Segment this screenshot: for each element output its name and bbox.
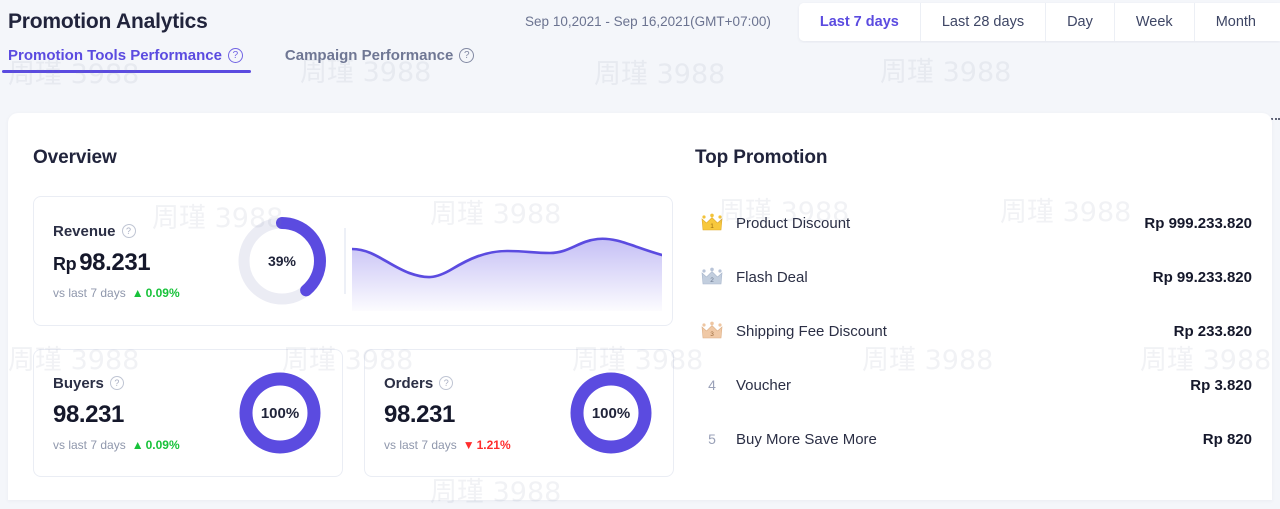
delta-value: ▲ 0.09% [132,438,180,452]
promotion-value: Rp 99.233.820 [1153,269,1252,286]
metric-delta-buyers: vs last 7 days ▲ 0.09% [53,438,234,452]
currency-prefix: Rp [53,254,76,274]
metric-value-revenue: Rp98.231 [53,249,234,277]
promotion-value: Rp 820 [1203,431,1252,448]
sparkline-area [352,239,662,311]
rank-number: 4 [695,377,729,393]
list-item[interactable]: 1 Product Discount Rp 999.233.820 [695,196,1252,250]
overview-section: Overview Revenue ? Rp98.231 vs last 7 da… [8,113,684,500]
arrow-down-icon: ▼ [463,438,475,452]
list-item[interactable]: 5 Buy More Save More Rp 820 [695,412,1252,466]
question-mark-icon[interactable]: ? [459,48,474,63]
tab-label: Campaign Performance [285,47,453,64]
metric-delta-revenue: vs last 7 days ▲ 0.09% [53,286,234,300]
metric-name: Orders [384,375,433,392]
date-range-button-group: Last 7 days Last 28 days Day Week Month [799,3,1280,41]
svg-text:1: 1 [710,223,714,230]
question-mark-icon[interactable]: ? [122,224,136,238]
date-range-label[interactable]: Sep 10,2021 - Sep 16,2021(GMT+07:00) [525,14,771,29]
svg-text:2: 2 [710,277,714,284]
header-controls: Sep 10,2021 - Sep 16,2021(GMT+07:00) Las… [525,0,1280,43]
metric-card-revenue[interactable]: Revenue ? Rp98.231 vs last 7 days ▲ 0.09… [33,196,673,326]
svg-text:3: 3 [710,331,714,338]
donut-percent-label: 100% [592,405,630,422]
card-divider [344,228,346,294]
metric-card-orders[interactable]: Orders ? 98.231 vs last 7 days ▼ 1.21% [364,349,674,477]
promotion-name: Buy More Save More [729,431,1203,448]
metric-label-revenue: Revenue ? [53,223,234,240]
donut-chart-revenue: 39% [234,213,330,309]
range-button-day[interactable]: Day [1046,3,1115,41]
delta-text: 1.21% [477,438,511,452]
arrow-up-icon: ▲ [132,286,144,300]
main-panel: Overview Revenue ? Rp98.231 vs last 7 da… [8,113,1272,500]
metric-value-orders: 98.231 [384,401,565,429]
promotion-name: Shipping Fee Discount [729,323,1174,340]
metric-label-orders: Orders ? [384,375,565,392]
donut-chart-orders: 100% [565,367,657,459]
range-button-week[interactable]: Week [1115,3,1195,41]
range-button-last-28-days[interactable]: Last 28 days [921,3,1046,41]
top-promotion-section: Top Promotion 1 Product Discount Rp 999.… [684,113,1272,500]
metric-label-buyers: Buyers ? [53,375,234,392]
metric-name: Buyers [53,375,104,392]
value-text: 98.231 [79,249,150,276]
metric-info: Buyers ? 98.231 vs last 7 days ▲ 0.09% [34,375,234,452]
delta-value: ▼ 1.21% [463,438,511,452]
metric-info: Orders ? 98.231 vs last 7 days ▼ 1.21% [365,375,565,452]
sparkline-svg [352,211,662,311]
list-item[interactable]: 3 Shipping Fee Discount Rp 233.820 [695,304,1252,358]
crown-gold-icon: 1 [695,213,729,233]
donut-percent-label: 39% [268,253,296,269]
compare-label: vs last 7 days [53,438,126,452]
tab-promotion-tools-performance[interactable]: Promotion Tools Performance ? [8,43,243,73]
top-promotion-list: 1 Product Discount Rp 999.233.820 2 Flas… [695,196,1252,466]
compare-label: vs last 7 days [384,438,457,452]
revenue-sparkline [352,211,672,311]
tab-campaign-performance[interactable]: Campaign Performance ? [285,43,474,73]
promotion-value: Rp 3.820 [1190,377,1252,394]
promotion-name: Flash Deal [729,269,1153,286]
promotion-name: Voucher [729,377,1190,394]
overview-title: Overview [33,147,684,169]
range-button-last-7-days[interactable]: Last 7 days [799,3,921,41]
crown-silver-icon: 2 [695,267,729,287]
tab-bar: Promotion Tools Performance ? Campaign P… [0,43,1280,85]
metric-card-row: Buyers ? 98.231 vs last 7 days ▲ 0.09% [33,349,684,477]
metric-info: Revenue ? Rp98.231 vs last 7 days ▲ 0.09… [34,223,234,300]
tab-label: Promotion Tools Performance [8,47,222,64]
question-mark-icon[interactable]: ? [228,48,243,63]
question-mark-icon[interactable]: ? [110,376,124,390]
metric-card-buyers[interactable]: Buyers ? 98.231 vs last 7 days ▲ 0.09% [33,349,343,477]
top-promotion-title: Top Promotion [695,147,1252,169]
page-header: Promotion Analytics Sep 10,2021 - Sep 16… [0,0,1280,43]
delta-value: ▲ 0.09% [132,286,180,300]
list-item[interactable]: 4 Voucher Rp 3.820 [695,358,1252,412]
promotion-name: Product Discount [729,215,1144,232]
delta-text: 0.09% [146,286,180,300]
metric-value-buyers: 98.231 [53,401,234,429]
metric-name: Revenue [53,223,116,240]
metric-delta-orders: vs last 7 days ▼ 1.21% [384,438,565,452]
range-button-month[interactable]: Month [1195,3,1280,41]
compare-label: vs last 7 days [53,286,126,300]
rank-number: 5 [695,431,729,447]
crown-bronze-icon: 3 [695,321,729,341]
donut-percent-label: 100% [261,405,299,422]
page-title: Promotion Analytics [8,10,208,34]
donut-chart-buyers: 100% [234,367,326,459]
question-mark-icon[interactable]: ? [439,376,453,390]
promotion-value: Rp 233.820 [1174,323,1252,340]
arrow-up-icon: ▲ [132,438,144,452]
list-item[interactable]: 2 Flash Deal Rp 99.233.820 [695,250,1252,304]
delta-text: 0.09% [146,438,180,452]
promotion-value: Rp 999.233.820 [1144,215,1252,232]
